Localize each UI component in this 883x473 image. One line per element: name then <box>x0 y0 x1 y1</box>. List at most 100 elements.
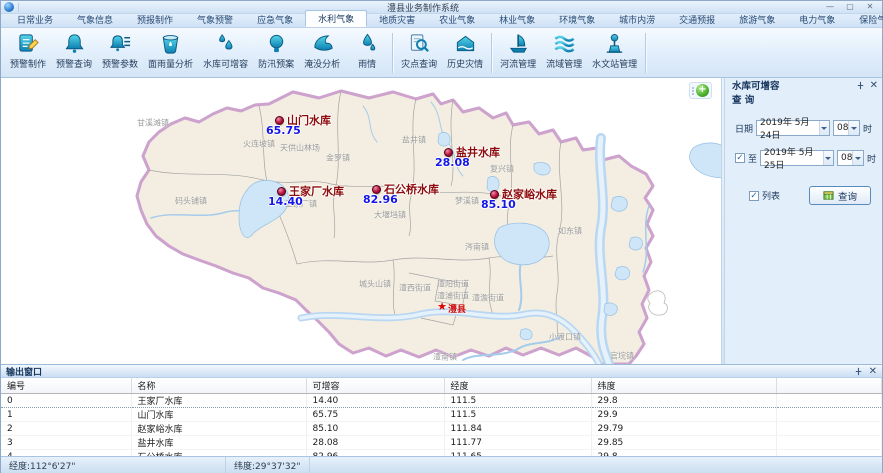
list-checkbox[interactable]: ✓ <box>749 191 759 201</box>
table-row[interactable]: 1山门水库65.75111.529.9 <box>1 408 882 422</box>
table-row[interactable]: 2赵家峪水库85.10111.8429.79 <box>1 422 882 436</box>
ribbon-button-label: 预警参数 <box>102 57 138 70</box>
flood-plan-button[interactable]: 防汛预案 <box>253 30 299 76</box>
map-overlay: 甘溪滩镇火连坡镇天供山林场金罗镇盐井镇码头铺镇王家厂镇复兴镇梦溪镇大堰垱镇如东镇… <box>1 78 721 364</box>
warning-query-button[interactable]: 预警查询 <box>51 30 97 76</box>
date-to-select[interactable]: 2019年 5月25日 <box>760 150 834 166</box>
doc-edit-icon <box>17 32 40 55</box>
town-label: 如东镇 <box>558 226 582 237</box>
chevron-down-icon <box>823 151 833 165</box>
town-label: 盐井镇 <box>402 135 426 146</box>
output-window: 输出窗口 ✕ 编号名称可增容经度纬度 0王家厂水库14.40111.529.81… <box>1 364 882 456</box>
reservoir-value-label: 85.10 <box>481 198 516 211</box>
query-button[interactable]: 查询 <box>809 186 871 205</box>
town-label: 澧阳街道 <box>437 279 469 290</box>
reservoir-capacity-panel: 水库可增容 ✕ 查 询 日期 2019年 5月24日 08 <box>725 78 882 364</box>
county-map[interactable]: 甘溪滩镇火连坡镇天供山林场金罗镇盐井镇码头铺镇王家厂镇复兴镇梦溪镇大堰垱镇如东镇… <box>1 78 721 364</box>
table-cell: 29.85 <box>591 436 776 450</box>
tab-9[interactable]: 环境气象 <box>547 12 607 27</box>
tab-13[interactable]: 电力气象 <box>787 12 847 27</box>
tab-5[interactable]: 水利气象 <box>305 10 367 27</box>
warning-params-button[interactable]: 预警参数 <box>97 30 143 76</box>
tab-7[interactable]: 农业气象 <box>427 12 487 27</box>
table-cell: 3 <box>1 436 131 450</box>
ribbon-button-label: 流域管理 <box>546 57 582 70</box>
to-checkbox[interactable]: ✓ <box>735 153 745 163</box>
column-header[interactable]: 名称 <box>131 378 306 394</box>
application-window: 澧县业务制作系统 — ▢ ✕ 日常业务气象信息预报制作气象预警应急气象水利气象地… <box>0 0 883 473</box>
ribbon-button-label: 历史灾情 <box>447 57 483 70</box>
output-close-icon[interactable]: ✕ <box>869 367 877 376</box>
town-label: 天供山林场 <box>280 143 320 154</box>
query-table-icon <box>823 190 834 201</box>
panel-close-icon[interactable]: ✕ <box>870 81 878 90</box>
station-icon <box>603 32 626 55</box>
table-cell: 111.5 <box>444 394 591 408</box>
ribbon-group-divider <box>645 33 646 73</box>
minimize-button[interactable]: — <box>823 2 837 12</box>
hydro-station-management-button[interactable]: 水文站管理 <box>587 30 642 76</box>
tab-10[interactable]: 城市内涝 <box>607 12 667 27</box>
chevron-down-icon <box>852 151 863 165</box>
column-header[interactable]: 编号 <box>1 378 131 394</box>
date-to-value: 2019年 5月25日 <box>764 145 823 171</box>
town-label: 火连坡镇 <box>243 139 275 150</box>
town-label: 澧澹街道 <box>472 293 504 304</box>
town-label: 澧南镇 <box>433 352 457 363</box>
table-row[interactable]: 0王家厂水库14.40111.529.8 <box>1 394 882 408</box>
tab-2[interactable]: 预报制作 <box>125 12 185 27</box>
tab-4[interactable]: 应急气象 <box>245 12 305 27</box>
rain-info-button[interactable]: 雨情 <box>345 30 389 76</box>
panel-title: 水库可增容 <box>732 81 780 92</box>
tab-8[interactable]: 林业气象 <box>487 12 547 27</box>
ribbon-button-label: 灾点查询 <box>401 57 437 70</box>
tab-6[interactable]: 地质灾害 <box>367 12 427 27</box>
town-label: 城头山镇 <box>359 279 391 290</box>
tab-12[interactable]: 旅游气象 <box>727 12 787 27</box>
table-cell: 28.08 <box>306 436 444 450</box>
disaster-history-button[interactable]: 历史灾情 <box>442 30 488 76</box>
tab-11[interactable]: 交通预报 <box>667 12 727 27</box>
inundation-analysis-button[interactable]: 淹没分析 <box>299 30 345 76</box>
table-cell: 14.40 <box>306 394 444 408</box>
date-from-select[interactable]: 2019年 5月24日 <box>756 120 830 136</box>
to-label: 至 <box>748 152 757 165</box>
river-management-button[interactable]: 河流管理 <box>495 30 541 76</box>
reservoir-capacity-button[interactable]: 水库可增容 <box>198 30 253 76</box>
column-header[interactable]: 经度 <box>444 378 591 394</box>
areal-rainfall-button[interactable]: 面雨量分析 <box>143 30 198 76</box>
ribbon-button-label: 河流管理 <box>500 57 536 70</box>
tab-14[interactable]: 保险气象 <box>847 12 883 27</box>
ribbon-group-divider <box>491 33 492 73</box>
reservoir-value-label: 65.75 <box>266 124 301 137</box>
maximize-button[interactable]: ▢ <box>843 2 857 12</box>
warning-create-button[interactable]: 预警制作 <box>5 30 51 76</box>
disaster-point-query-button[interactable]: 灾点查询 <box>396 30 442 76</box>
chevron-down-icon <box>848 121 859 135</box>
table-cell: 盐井水库 <box>131 436 306 450</box>
query-button-label: 查询 <box>838 189 857 203</box>
hour-suffix-label: 时 <box>867 152 876 165</box>
town-label: 复兴镇 <box>490 164 514 175</box>
boat-icon <box>507 32 530 55</box>
basin-management-button[interactable]: 流域管理 <box>541 30 587 76</box>
search-doc-icon <box>408 32 431 55</box>
table-cell: 85.10 <box>306 422 444 436</box>
pin-icon[interactable] <box>854 367 863 376</box>
table-row[interactable]: 3盐井水库28.08111.7729.85 <box>1 436 882 450</box>
pin-icon[interactable] <box>856 81 865 90</box>
date-from-value: 2019年 5月24日 <box>760 115 819 141</box>
date-from-label: 日期 <box>735 122 753 135</box>
table-cell: 1 <box>1 408 131 422</box>
tab-0[interactable]: 日常业务 <box>5 12 65 27</box>
column-header[interactable]: 纬度 <box>591 378 776 394</box>
tab-3[interactable]: 气象预警 <box>185 12 245 27</box>
tab-1[interactable]: 气象信息 <box>65 12 125 27</box>
table-cell: 29.8 <box>591 394 776 408</box>
hour-to-select[interactable]: 08 <box>837 150 864 166</box>
map-toolbar-expand-button[interactable]: + <box>689 82 712 99</box>
hour-from-select[interactable]: 08 <box>833 120 860 136</box>
status-latitude: 纬度:29°37'32" <box>226 457 310 473</box>
close-button[interactable]: ✕ <box>863 2 877 12</box>
column-header[interactable]: 可增容 <box>306 378 444 394</box>
